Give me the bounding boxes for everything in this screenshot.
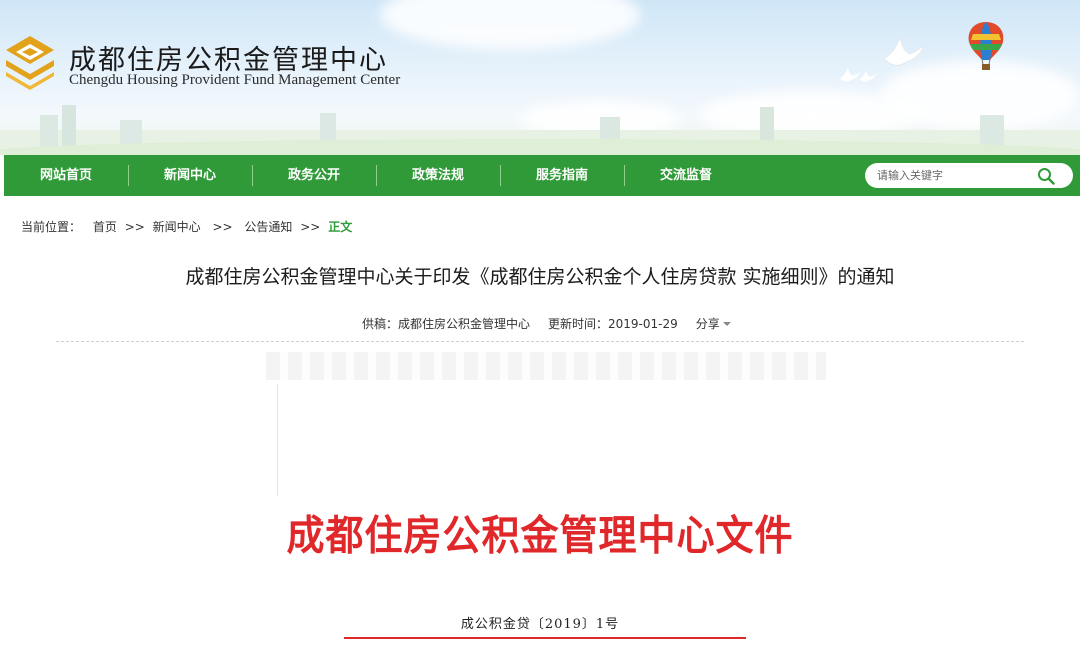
document-red-rule bbox=[344, 637, 746, 639]
breadcrumb-separator: >> bbox=[212, 220, 233, 234]
org-name-en: Chengdu Housing Provident Fund Managemen… bbox=[69, 72, 401, 88]
search-icon[interactable] bbox=[1037, 167, 1055, 185]
city-skyline-decoration bbox=[0, 105, 1080, 155]
search-input[interactable] bbox=[877, 169, 1027, 182]
nav-item-news[interactable]: 新闻中心 bbox=[128, 155, 252, 196]
nav-item-policies[interactable]: 政策法规 bbox=[376, 155, 500, 196]
logo-icon bbox=[6, 36, 54, 90]
nav-item-government-affairs[interactable]: 政务公开 bbox=[252, 155, 376, 196]
main-nav: 网站首页 新闻中心 政务公开 政策法规 服务指南 交流监督 bbox=[4, 155, 1080, 196]
breadcrumb-link-notices[interactable]: 公告通知 bbox=[244, 220, 292, 234]
dashed-divider bbox=[56, 341, 1024, 342]
search-box bbox=[865, 163, 1073, 188]
breadcrumb-current: 正文 bbox=[328, 220, 353, 234]
article-source: 供稿：成都住房公积金管理中心 bbox=[362, 317, 531, 331]
breadcrumb-prefix: 当前位置： bbox=[21, 220, 82, 234]
scan-edge-line bbox=[277, 384, 278, 496]
article-meta: 供稿：成都住房公积金管理中心 更新时间：2019-01-29 分享 bbox=[362, 315, 732, 332]
article-updated: 更新时间：2019-01-29 bbox=[548, 317, 678, 331]
dove-icon bbox=[802, 104, 826, 120]
breadcrumb-separator: >> bbox=[124, 220, 145, 234]
dove-icon bbox=[883, 38, 924, 66]
header-banner: 成都住房公积金管理中心 Chengdu Housing Provident Fu… bbox=[0, 0, 1080, 155]
share-button[interactable]: 分享 bbox=[696, 315, 732, 332]
faded-scan-text bbox=[266, 352, 826, 380]
nav-item-communication[interactable]: 交流监督 bbox=[624, 155, 748, 196]
chevron-down-icon bbox=[722, 321, 731, 326]
dove-icon bbox=[840, 68, 860, 82]
breadcrumb: 当前位置： 首页 >> 新闻中心 >> 公告通知 >> 正文 bbox=[21, 218, 352, 235]
document-heading: 成都住房公积金管理中心文件 bbox=[286, 510, 794, 560]
share-label: 分享 bbox=[695, 317, 720, 331]
dove-icon bbox=[859, 70, 876, 82]
nav-item-service-guide[interactable]: 服务指南 bbox=[500, 155, 624, 196]
document-number: 成公积金贷〔2019〕1号 bbox=[460, 617, 620, 632]
hot-air-balloon-icon bbox=[968, 22, 1004, 70]
breadcrumb-link-home[interactable]: 首页 bbox=[93, 220, 117, 234]
nav-item-home[interactable]: 网站首页 bbox=[4, 155, 128, 196]
article-title: 成都住房公积金管理中心关于印发《成都住房公积金个人住房贷款 实施细则》的通知 bbox=[185, 266, 895, 288]
breadcrumb-separator: >> bbox=[300, 220, 321, 234]
breadcrumb-link-news[interactable]: 新闻中心 bbox=[153, 220, 201, 234]
